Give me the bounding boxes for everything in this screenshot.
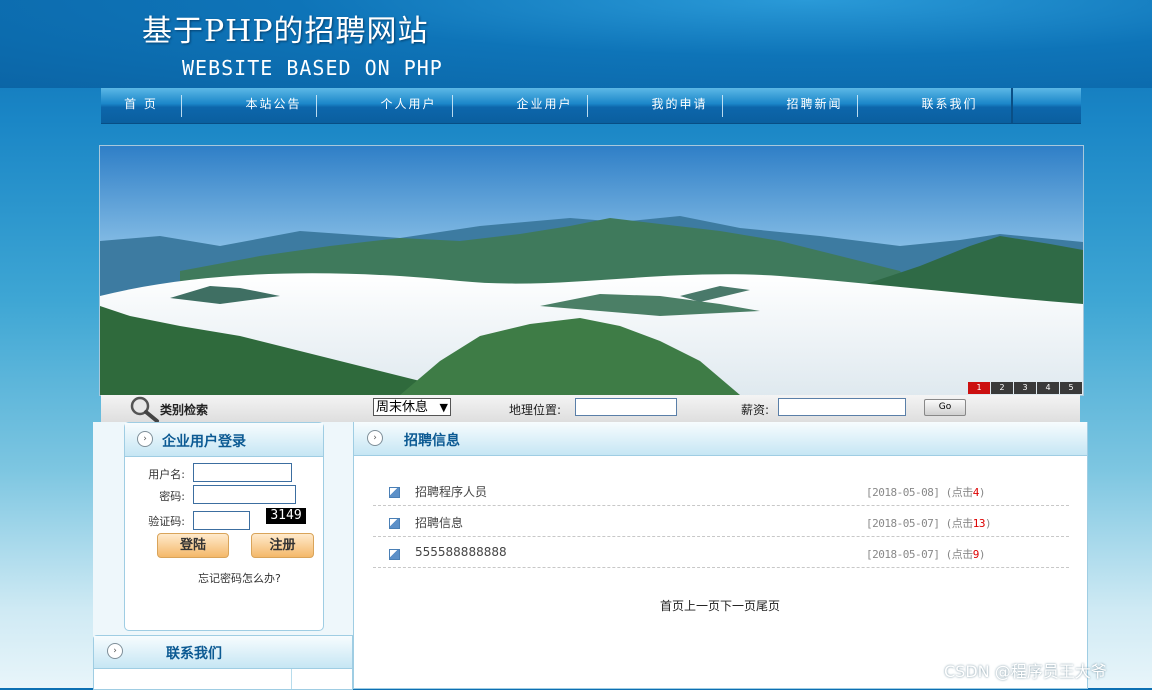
chevron-right-circle-icon: › bbox=[137, 431, 153, 447]
hits-suffix: ) bbox=[978, 486, 986, 499]
password-input[interactable] bbox=[193, 485, 296, 504]
captcha-input[interactable] bbox=[193, 511, 250, 530]
news-title[interactable]: 555588888888 bbox=[415, 545, 507, 559]
nav-end-divider bbox=[1011, 88, 1013, 123]
hits-prefix: (点击 bbox=[945, 517, 974, 530]
captcha-label: 验证码: bbox=[148, 515, 185, 528]
arrow-bullet-icon bbox=[389, 549, 400, 560]
magnifier-icon bbox=[130, 396, 159, 422]
nav-separator bbox=[181, 95, 182, 117]
banner-slideshow: 1 2 3 4 5 bbox=[99, 145, 1084, 396]
nav-separator bbox=[857, 95, 858, 117]
chevron-down-icon: ▼ bbox=[439, 401, 448, 414]
mountain-landscape-image bbox=[100, 146, 1083, 395]
slide-button-4[interactable]: 4 bbox=[1037, 382, 1059, 394]
news-meta: [2018-05-08] (点击4) bbox=[866, 484, 985, 500]
nav-separator bbox=[722, 95, 723, 117]
nav-item-contact-us[interactable]: 联系我们 bbox=[887, 88, 1012, 123]
nav-item-recruitment-news[interactable]: 招聘新闻 bbox=[752, 88, 877, 123]
salary-label: 薪资: bbox=[741, 403, 770, 417]
news-date: [2018-05-08] bbox=[866, 486, 940, 499]
chevron-right-circle-icon: › bbox=[107, 643, 123, 659]
news-meta: [2018-05-07] (点击9) bbox=[866, 546, 985, 562]
login-box-header: › 企业用户登录 bbox=[125, 423, 323, 457]
site-title: 基于PHP的招聘网站 bbox=[142, 14, 429, 49]
username-input[interactable] bbox=[193, 463, 292, 482]
next-page-link[interactable]: 下一页 bbox=[720, 599, 756, 613]
nav-separator bbox=[452, 95, 453, 117]
recruitment-title: 招聘信息 bbox=[404, 433, 460, 449]
slide-button-3[interactable]: 3 bbox=[1014, 382, 1036, 394]
register-button[interactable]: 注册 bbox=[251, 533, 314, 558]
news-date: [2018-05-07] bbox=[866, 517, 940, 530]
location-input[interactable] bbox=[575, 398, 677, 416]
pagination: 首页上一页下一页尾页 bbox=[660, 597, 780, 614]
news-row[interactable]: 招聘信息 [2018-05-07] (点击13) bbox=[373, 506, 1069, 537]
news-title[interactable]: 招聘信息 bbox=[415, 514, 463, 531]
contact-us-box: › 联系我们 bbox=[93, 635, 353, 690]
contact-title[interactable]: 联系我们 bbox=[166, 643, 222, 663]
login-button[interactable]: 登陆 bbox=[157, 533, 229, 558]
news-row[interactable]: 555588888888 [2018-05-07] (点击9) bbox=[373, 537, 1069, 568]
recruitment-header: › 招聘信息 bbox=[354, 422, 1087, 456]
nav-item-my-applications[interactable]: 我的申请 bbox=[617, 88, 742, 123]
search-title: 类别检索 bbox=[160, 403, 209, 417]
nav-separator bbox=[587, 95, 588, 117]
nav-item-home[interactable]: 首 页 bbox=[101, 88, 181, 123]
main-content: › 企业用户登录 用户名: 密码: 验证码: 3149 登陆 注册 忘记密码怎么… bbox=[93, 422, 1088, 690]
news-title[interactable]: 招聘程序人员 bbox=[415, 483, 487, 500]
category-selected-value: 周末休息 bbox=[376, 400, 429, 415]
main-nav: 首 页 本站公告 个人用户 企业用户 我的申请 招聘新闻 联系我们 bbox=[101, 88, 1081, 124]
slide-controls: 1 2 3 4 5 bbox=[967, 382, 1082, 394]
slide-button-5[interactable]: 5 bbox=[1060, 382, 1082, 394]
hits-suffix: ) bbox=[984, 517, 992, 530]
hits-prefix: (点击 bbox=[945, 486, 974, 499]
username-label: 用户名: bbox=[148, 468, 185, 481]
hits-suffix: ) bbox=[978, 548, 986, 561]
watermark: CSDN @程序员王大爷 bbox=[944, 662, 1107, 681]
left-sidebar: › 企业用户登录 用户名: 密码: 验证码: 3149 登陆 注册 忘记密码怎么… bbox=[93, 422, 353, 690]
password-label: 密码: bbox=[159, 490, 185, 503]
company-login-box: › 企业用户登录 用户名: 密码: 验证码: 3149 登陆 注册 忘记密码怎么… bbox=[124, 422, 324, 631]
location-label: 地理位置: bbox=[509, 403, 562, 417]
recruitment-panel: › 招聘信息 招聘程序人员 [2018-05-08] (点击4) 招聘信息 [2… bbox=[353, 422, 1088, 689]
arrow-bullet-icon bbox=[389, 518, 400, 529]
category-select[interactable]: 周末休息 ▼ bbox=[373, 398, 451, 416]
nav-item-company-user[interactable]: 企业用户 bbox=[482, 88, 607, 123]
site-subtitle: WEBSITE BASED ON PHP bbox=[182, 56, 443, 80]
arrow-bullet-icon bbox=[389, 487, 400, 498]
news-meta: [2018-05-07] (点击13) bbox=[866, 515, 992, 531]
hits-prefix: (点击 bbox=[945, 548, 974, 561]
chevron-right-circle-icon: › bbox=[367, 430, 383, 446]
captcha-image[interactable]: 3149 bbox=[266, 508, 306, 524]
forgot-password-link[interactable]: 忘记密码怎么办? bbox=[198, 570, 281, 586]
news-row[interactable]: 招聘程序人员 [2018-05-08] (点击4) bbox=[373, 475, 1069, 506]
nav-item-announcements[interactable]: 本站公告 bbox=[211, 88, 336, 123]
hit-count: 13 bbox=[972, 517, 986, 530]
login-title: 企业用户登录 bbox=[162, 434, 246, 450]
last-page-link[interactable]: 尾页 bbox=[756, 599, 780, 613]
divider bbox=[291, 669, 292, 689]
salary-input[interactable] bbox=[778, 398, 906, 416]
nav-separator bbox=[316, 95, 317, 117]
first-page-link[interactable]: 首页 bbox=[660, 599, 684, 613]
news-date: [2018-05-07] bbox=[866, 548, 940, 561]
site-header: 基于PHP的招聘网站 WEBSITE BASED ON PHP bbox=[0, 0, 1152, 88]
slide-button-1[interactable]: 1 bbox=[968, 382, 990, 394]
contact-box-header: › 联系我们 bbox=[94, 636, 352, 669]
slide-button-2[interactable]: 2 bbox=[991, 382, 1013, 394]
go-button[interactable]: Go bbox=[924, 399, 966, 416]
category-search-bar: 类别检索 周末休息 ▼ 地理位置: 薪资: Go bbox=[101, 395, 1080, 423]
prev-page-link[interactable]: 上一页 bbox=[684, 599, 720, 613]
